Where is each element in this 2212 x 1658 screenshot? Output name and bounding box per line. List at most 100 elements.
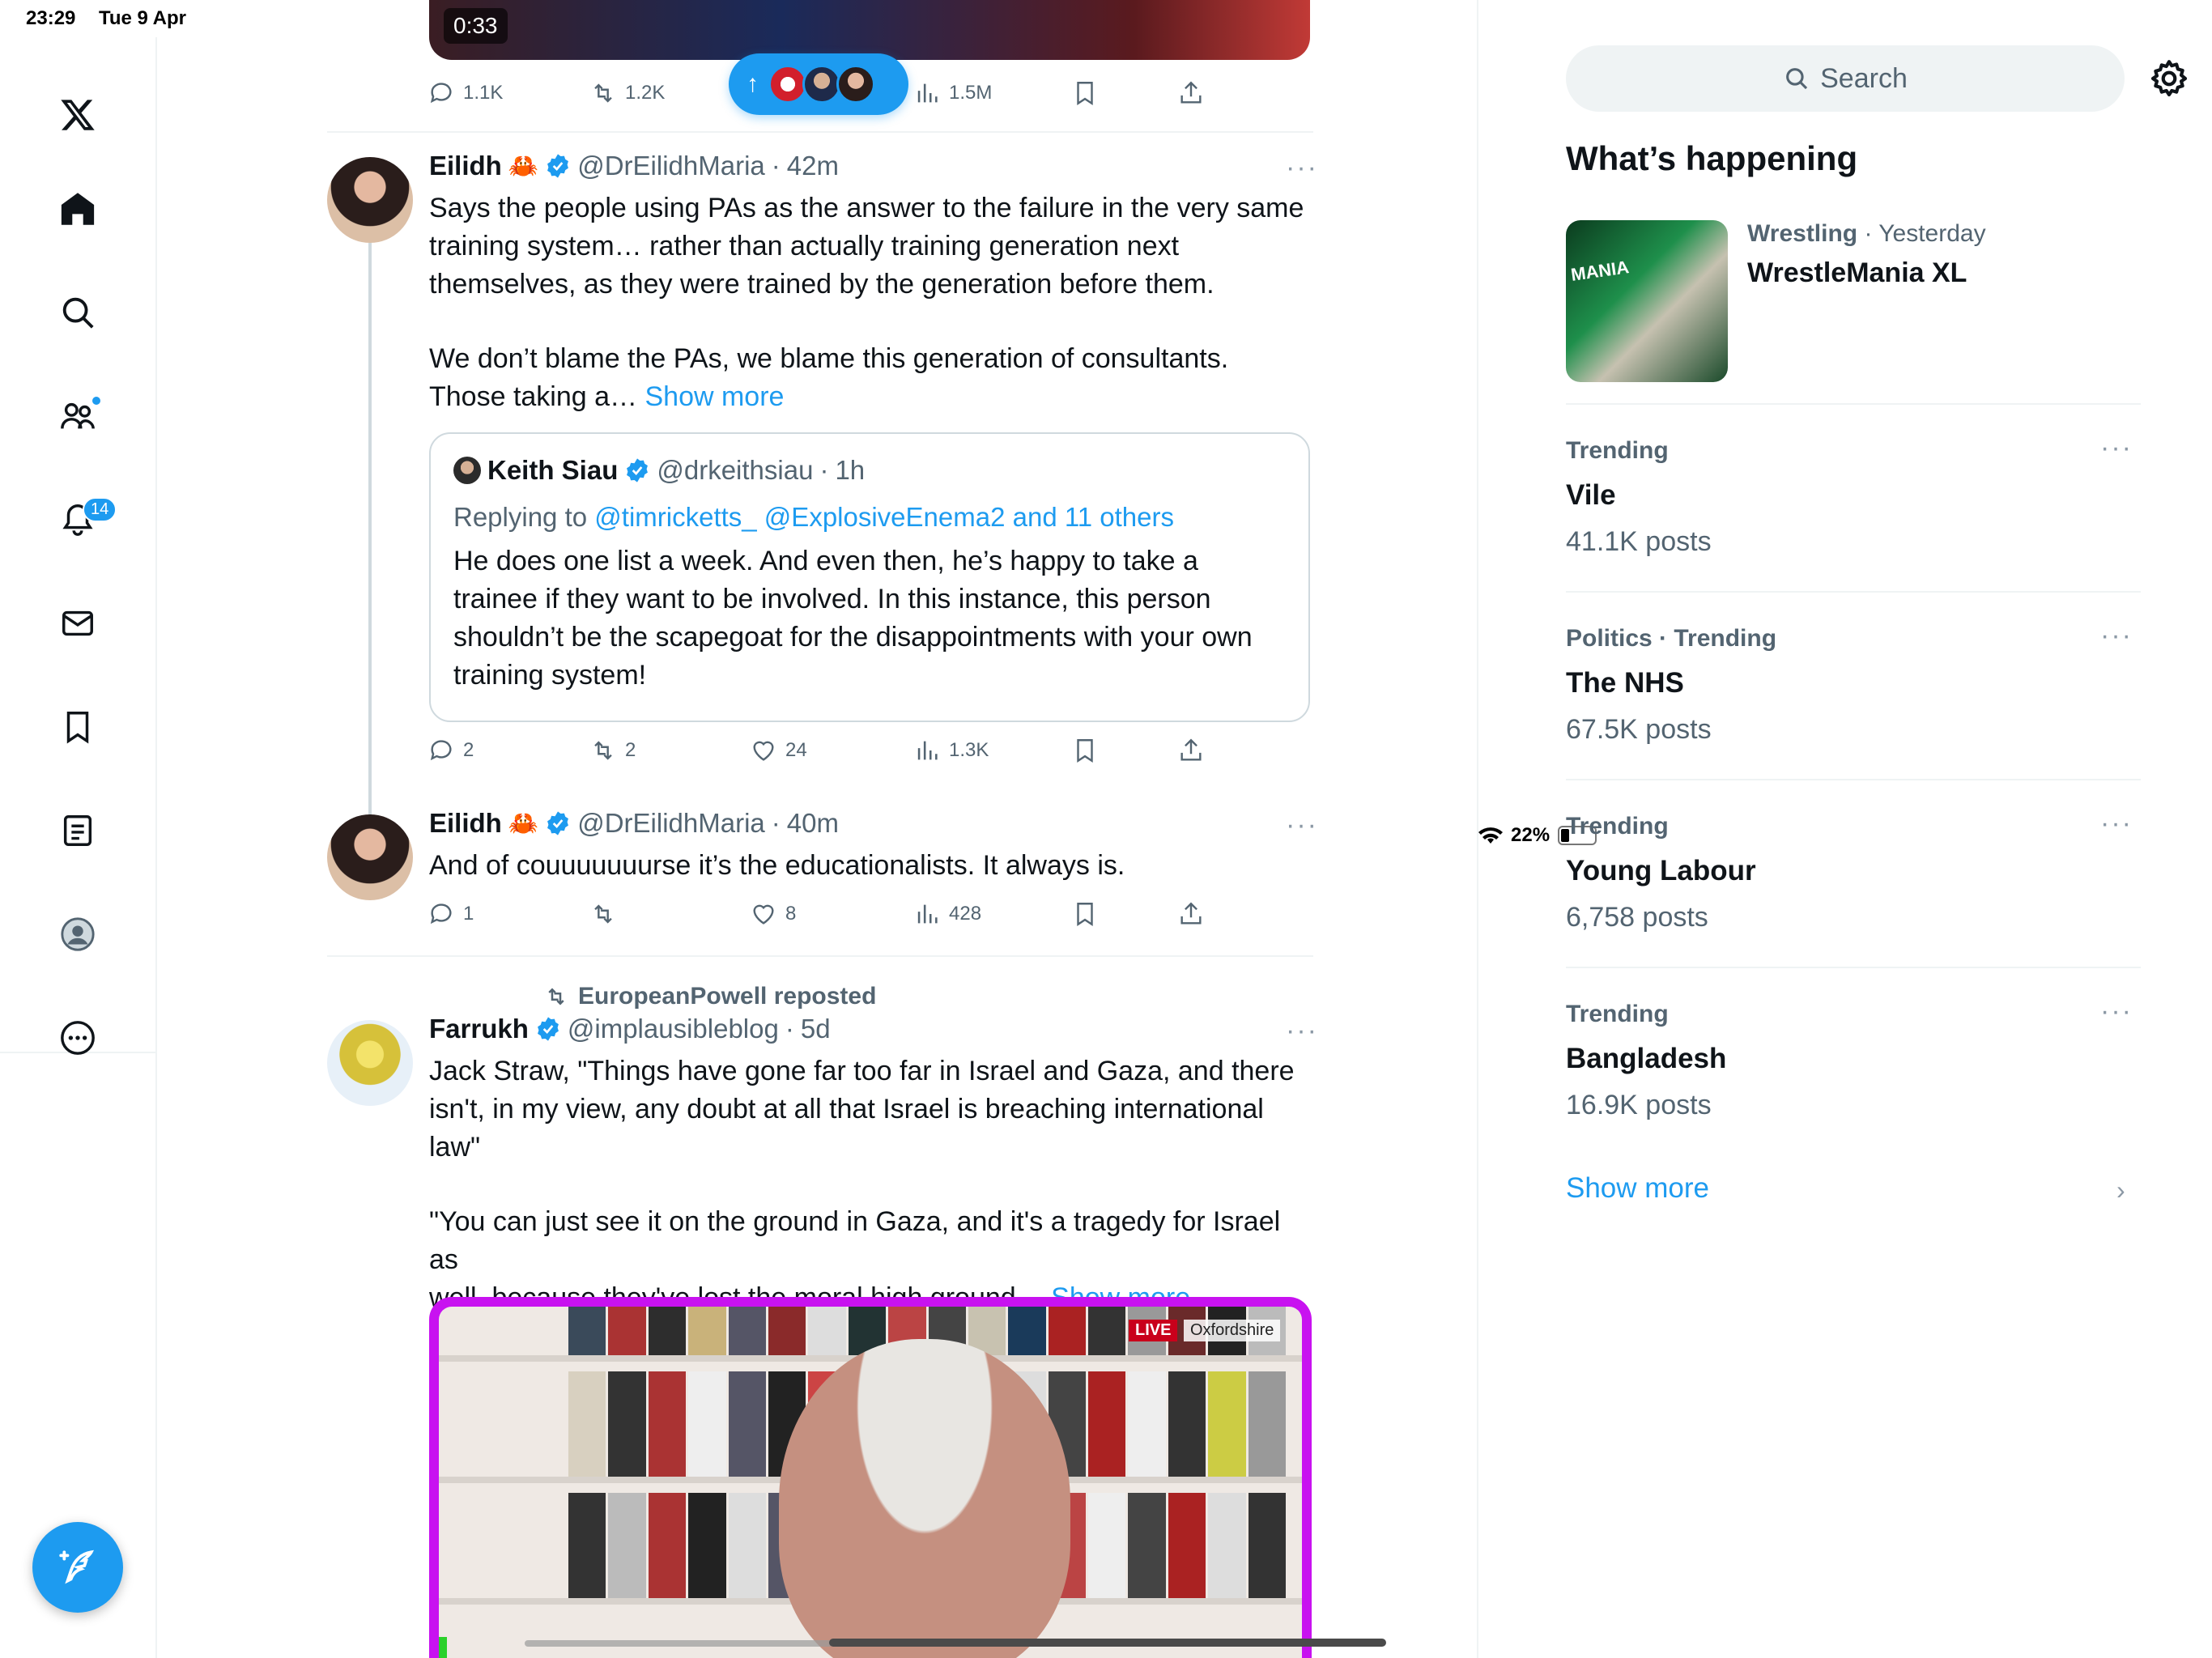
views-button[interactable]: 1.3K — [913, 737, 989, 764]
trend-item[interactable]: Trending Bangladesh 16.9K posts ··· — [1566, 996, 2141, 1163]
trend-category: Trending — [1566, 813, 1669, 840]
trend-divider — [1566, 967, 2141, 968]
repost-button[interactable] — [589, 900, 625, 928]
like-button[interactable]: 24 — [750, 737, 807, 764]
tweet-video[interactable]: LIVE Oxfordshire — [429, 1297, 1312, 1658]
trend-item[interactable]: Trending Young Labour 6,758 posts ··· — [1566, 808, 2141, 975]
crab-emoji-icon: 🦀 — [508, 152, 539, 180]
section-title: What’s happening — [1566, 139, 1858, 177]
quote-avatar — [453, 457, 481, 484]
author-handle[interactable]: @DrEilidhMaria — [577, 808, 765, 839]
avatar[interactable] — [327, 814, 413, 900]
bookmark-button[interactable] — [1071, 79, 1099, 107]
author-name[interactable]: Eilidh — [429, 808, 502, 839]
communities-icon[interactable] — [40, 379, 115, 453]
thread-line — [368, 243, 372, 818]
heart-icon — [753, 741, 774, 761]
tweet-time[interactable]: 5d — [801, 1014, 831, 1044]
share-button[interactable] — [1177, 900, 1205, 928]
trend-more-icon[interactable]: ··· — [2100, 996, 2133, 1027]
top-video[interactable]: 0:33 — [429, 0, 1310, 60]
reply-button[interactable]: 1 — [428, 900, 474, 928]
show-more-link[interactable]: Show more — [644, 381, 784, 412]
search-nav-icon[interactable] — [40, 275, 115, 350]
replying-to: Replying to @timricketts_ @ExplosiveEnem… — [453, 502, 1174, 533]
repost-count: 2 — [625, 739, 636, 761]
tweet-header: Eilidh 🦀 @DrEilidhMaria · 40m — [429, 808, 839, 839]
text-line: isn't, in my view, any doubt at all that… — [429, 1094, 1264, 1124]
right-sidebar: Search What’s happening MANIA Wrestling … — [1478, 0, 2212, 1658]
lists-icon[interactable] — [40, 793, 115, 868]
trend-more-icon[interactable]: ··· — [2100, 808, 2133, 840]
author-name[interactable]: Eilidh — [429, 151, 502, 181]
home-indicator[interactable] — [829, 1639, 1386, 1647]
separator: · — [785, 1014, 794, 1044]
more-options-icon[interactable] — [40, 1001, 115, 1075]
notifications-icon[interactable]: 14 — [40, 483, 117, 557]
share-button[interactable] — [1177, 79, 1205, 107]
home-icon[interactable] — [40, 172, 115, 246]
text-line: law" — [429, 1132, 481, 1163]
bookmark-button[interactable] — [1071, 737, 1099, 764]
trend-item[interactable]: Politics · Trending The NHS 67.5K posts … — [1566, 620, 2141, 787]
more-options-icon[interactable]: ··· — [1286, 1015, 1318, 1047]
repost-count: 1.2K — [625, 82, 666, 104]
trend-more-icon[interactable]: ··· — [2100, 620, 2133, 652]
trend-item[interactable]: Trending Vile 41.1K posts ··· — [1566, 432, 2141, 599]
more-options-icon[interactable]: ··· — [1286, 810, 1318, 841]
reply-button[interactable]: 1.1K — [428, 79, 503, 107]
like-button[interactable]: 8 — [750, 900, 796, 928]
separator: · — [771, 808, 781, 838]
tweet-text: And of couuuuuuurse it’s the educational… — [429, 850, 1125, 881]
quote-text: He does one list a week. And even then, … — [453, 542, 1295, 695]
replying-to-links[interactable]: @timricketts_ @ExplosiveEnema2 and 11 ot… — [594, 502, 1174, 532]
views-button[interactable]: 1.5M — [913, 79, 992, 107]
trend-category: Trending — [1566, 437, 1669, 464]
avatar[interactable] — [327, 157, 413, 243]
trend-category: Politics · Trending — [1566, 625, 1777, 652]
pill-avatar — [836, 65, 875, 104]
share-button[interactable] — [1177, 737, 1205, 764]
avatar[interactable] — [327, 1020, 413, 1106]
bookmark-button[interactable] — [1071, 900, 1099, 928]
author-handle[interactable]: @DrEilidhMaria — [577, 151, 765, 181]
new-posts-pill[interactable]: ↑ — [729, 53, 908, 115]
tweet-actions: 2 2 24 1.3K — [428, 732, 1253, 769]
trend-category: Trending — [1566, 1001, 1669, 1027]
communities-dot — [91, 395, 102, 406]
featured-event[interactable]: MANIA Wrestling · Yesterday WrestleMania… — [1566, 220, 2141, 382]
views-button[interactable]: 428 — [913, 900, 981, 928]
more-options-icon[interactable]: ··· — [1286, 152, 1318, 184]
trend-divider — [1566, 779, 2141, 780]
bookmark-icon — [1077, 739, 1093, 763]
x-logo-icon[interactable] — [40, 78, 115, 152]
profile-avatar-icon[interactable] — [40, 897, 115, 971]
text-line: Jack Straw, "Things have gone far too fa… — [429, 1056, 1295, 1086]
settings-gear-icon[interactable] — [2149, 58, 2189, 99]
event-when: Yesterday — [1878, 220, 1986, 247]
trend-more-icon[interactable]: ··· — [2100, 432, 2133, 464]
pill-avatar — [768, 65, 807, 104]
repost-button[interactable]: 1.2K — [589, 79, 665, 107]
tweet-time[interactable]: 40m — [787, 808, 839, 839]
messages-icon[interactable] — [40, 586, 115, 661]
compose-button[interactable] — [32, 1522, 123, 1613]
bookmarks-icon[interactable] — [40, 690, 115, 764]
reply-button[interactable]: 2 — [428, 737, 474, 764]
show-more-trends-link[interactable]: Show more — [1566, 1172, 1709, 1205]
author-handle[interactable]: @implausibleblog — [568, 1014, 779, 1044]
trend-divider — [1566, 591, 2141, 593]
chevron-right-icon[interactable]: › — [2116, 1175, 2125, 1205]
author-name[interactable]: Farrukh — [429, 1014, 529, 1044]
search-input[interactable]: Search — [1566, 45, 2125, 112]
quoted-tweet[interactable]: Keith Siau @drkeithsiau · 1h Replying to… — [429, 432, 1310, 722]
repost-icon — [594, 741, 612, 760]
reply-count: 2 — [463, 739, 474, 761]
separator: · — [771, 151, 781, 181]
repost-indicator[interactable]: EuropeanPowell reposted — [544, 983, 876, 1010]
repost-button[interactable]: 2 — [589, 737, 636, 764]
like-count: 24 — [785, 739, 807, 761]
tweet-time[interactable]: 42m — [787, 151, 839, 181]
views-count: 428 — [949, 903, 982, 925]
timeline[interactable]: 0:33 1.1K 1.2K 1.5M ↑ Eilidh 🦀 @DrEilidh… — [157, 0, 1478, 1658]
